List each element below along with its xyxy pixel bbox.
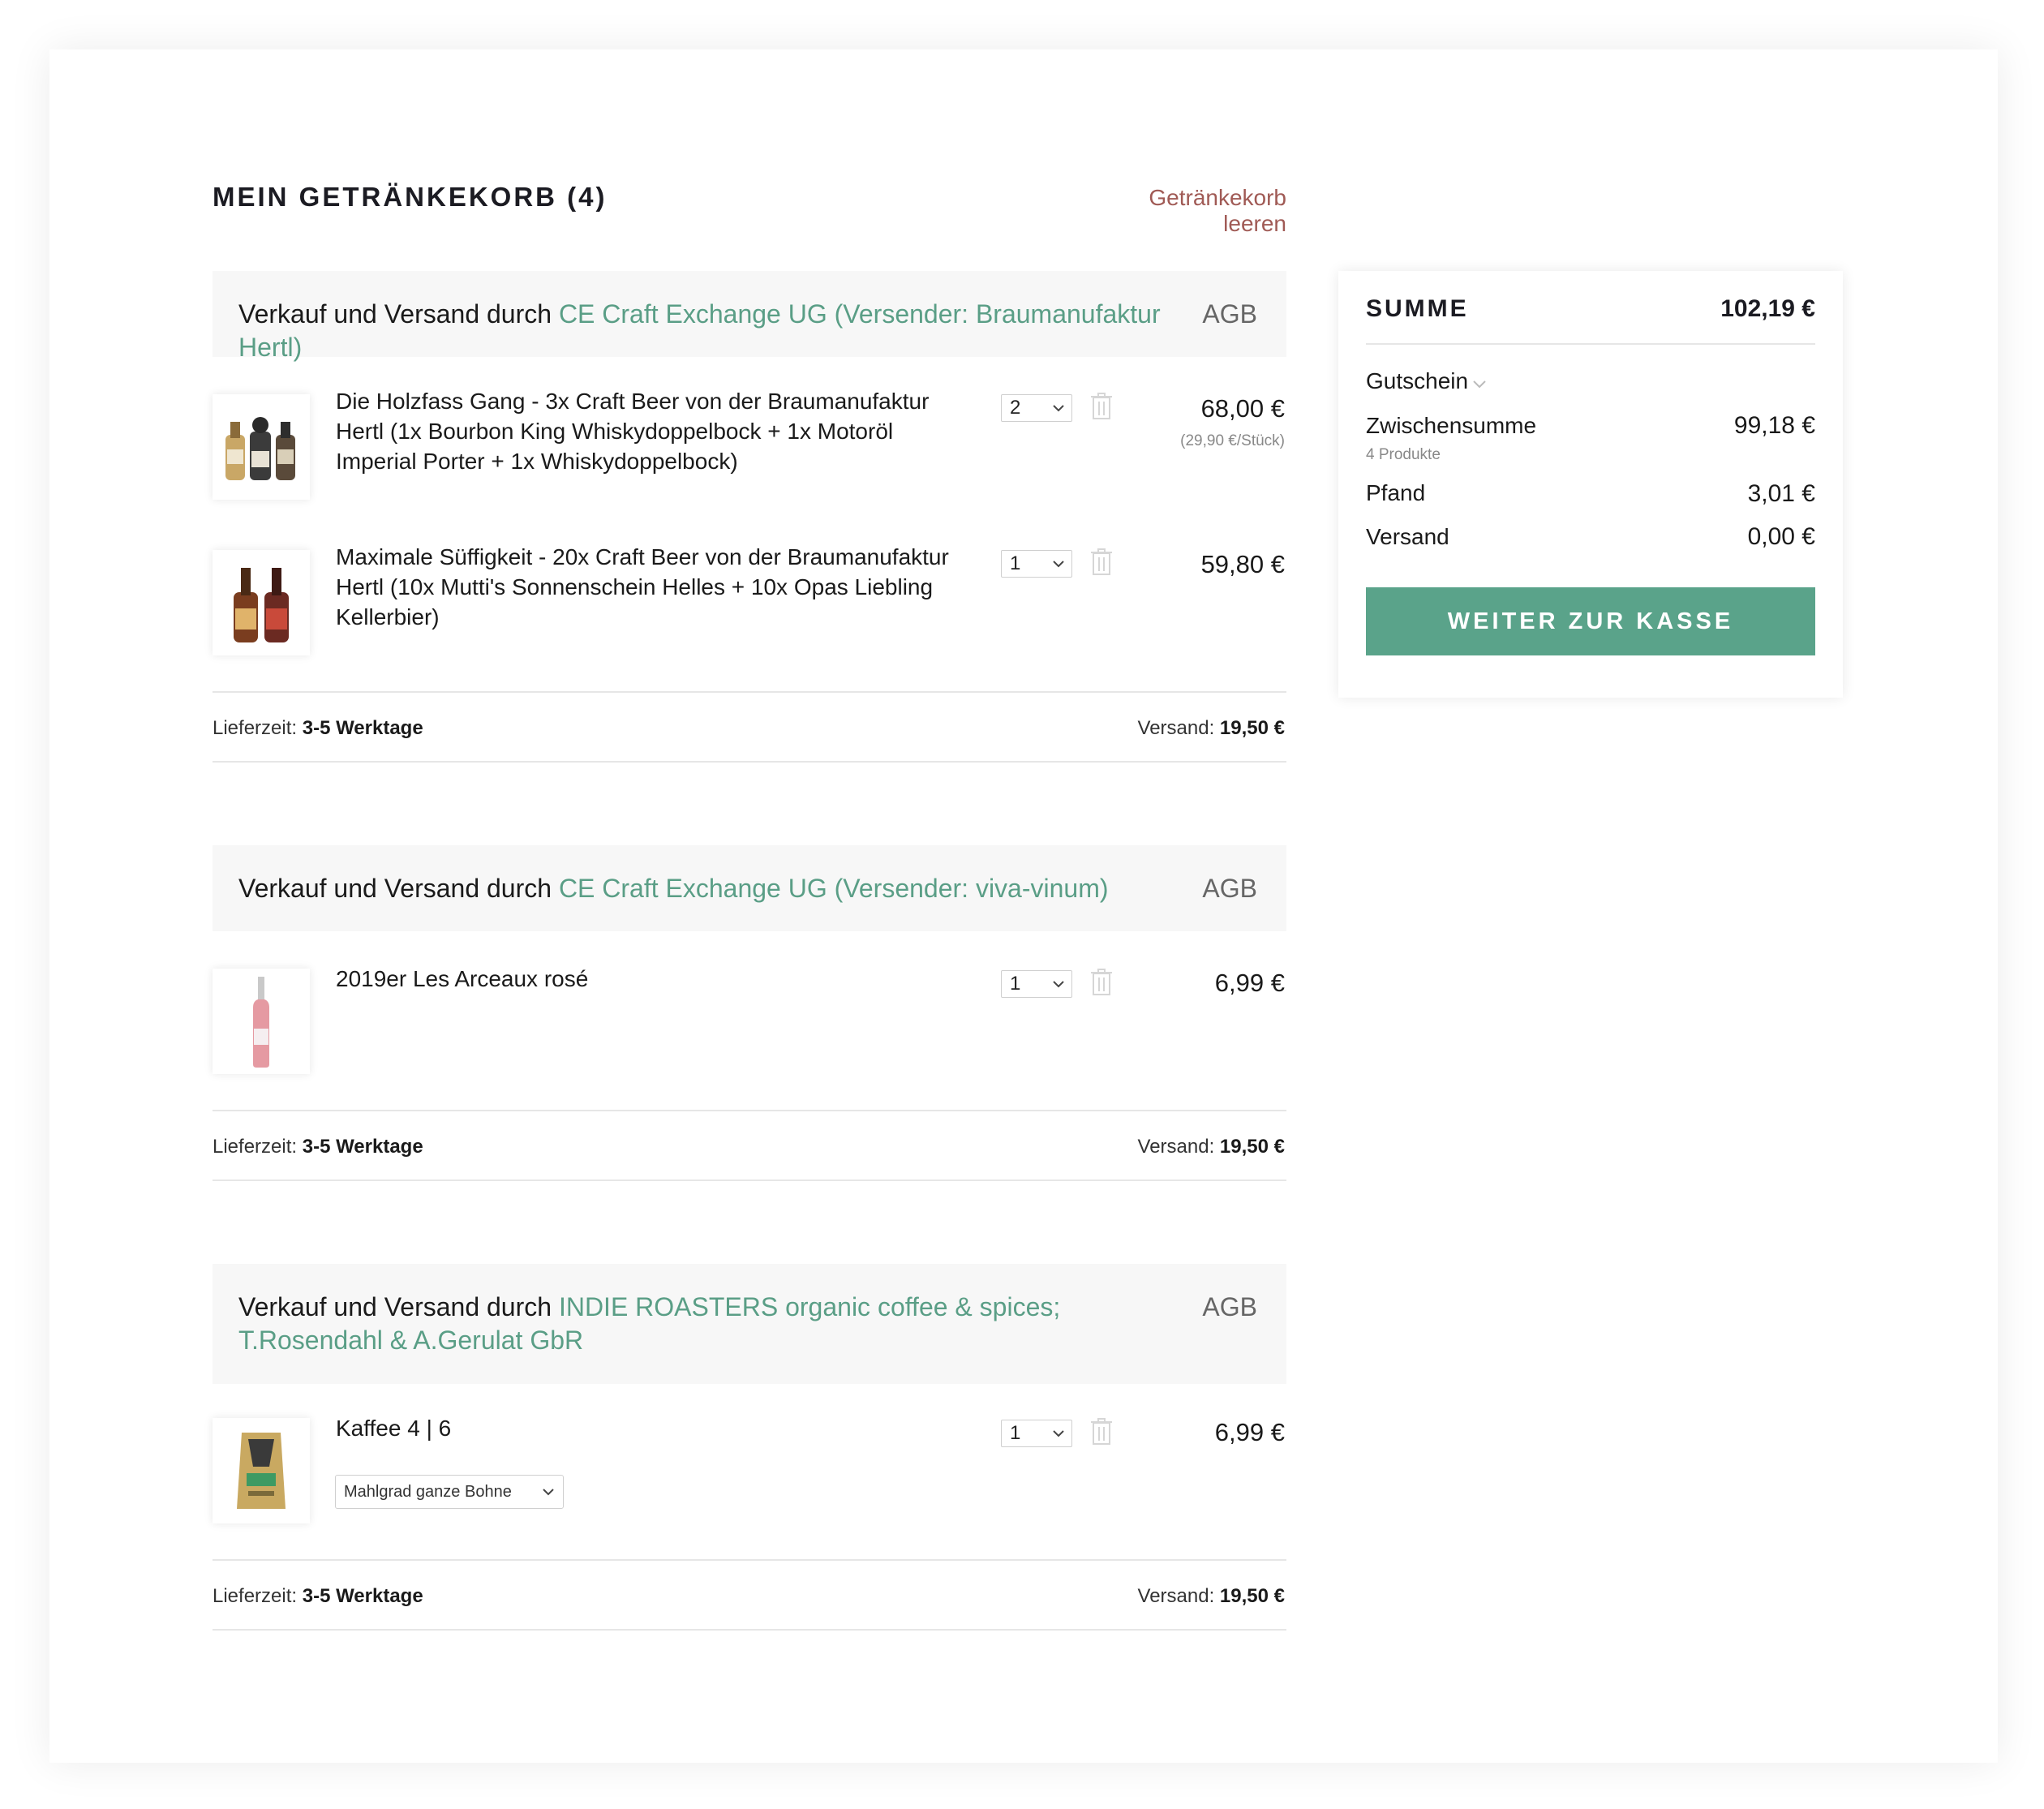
delivery-time: Lieferzeit: 3-5 Werktage — [213, 717, 423, 740]
product-title[interactable]: Kaffee 4 | 6 — [336, 1413, 952, 1443]
vendor-line: Verkauf und Versand durch CE Craft Excha… — [238, 872, 1179, 905]
chevron-down-icon — [543, 1489, 554, 1496]
agb-link[interactable]: AGB — [1202, 298, 1257, 331]
quantity-value: 1 — [1010, 552, 1021, 574]
vendor-prefix: Verkauf und Versand durch — [238, 1292, 559, 1321]
rose-wine-bottle-icon — [253, 977, 269, 1068]
item-price: 68,00 € — [1200, 394, 1285, 423]
trash-icon[interactable] — [1090, 393, 1113, 420]
product-title[interactable]: 2019er Les Arceaux rosé — [336, 964, 952, 994]
summary-total: 102,19 € — [1720, 295, 1815, 322]
delivery-label: Lieferzeit: — [213, 1585, 298, 1607]
quantity-select[interactable]: 1 — [1001, 550, 1072, 578]
summary-title: SUMME — [1366, 295, 1469, 322]
trash-icon[interactable] — [1090, 969, 1113, 996]
divider — [213, 1180, 1286, 1181]
shipping-label: Versand: — [1137, 1585, 1215, 1607]
grind-value: Mahlgrad ganze Bohne — [344, 1483, 512, 1501]
grind-select[interactable]: Mahlgrad ganze Bohne — [335, 1475, 564, 1509]
chevron-down-icon — [1053, 561, 1064, 568]
trash-icon[interactable] — [1090, 1418, 1113, 1446]
group-shipping: Versand: 19,50 € — [1054, 1585, 1285, 1608]
divider — [213, 1559, 1286, 1561]
product-image[interactable] — [213, 550, 310, 655]
quantity-value: 1 — [1010, 973, 1021, 995]
shipping-value: 19,50 € — [1219, 1136, 1285, 1158]
vendor-prefix: Verkauf und Versand durch — [238, 874, 559, 903]
chevron-down-icon — [1053, 1430, 1064, 1437]
chevron-down-icon[interactable] — [1471, 378, 1488, 389]
agb-link[interactable]: AGB — [1202, 872, 1257, 905]
delivery-time: Lieferzeit: 3-5 Werktage — [213, 1136, 423, 1158]
item-price: 6,99 € — [1214, 1418, 1285, 1446]
delivery-label: Lieferzeit: — [213, 717, 298, 739]
product-title[interactable]: Maximale Süffigkeit - 20x Craft Beer von… — [336, 542, 952, 632]
checkout-button[interactable]: WEITER ZUR KASSE — [1366, 587, 1815, 655]
coupon-toggle[interactable]: Gutschein — [1366, 368, 1468, 394]
vendor-header: Verkauf und Versand durch CE Craft Excha… — [213, 271, 1286, 362]
divider — [213, 1110, 1286, 1111]
divider — [1366, 343, 1815, 345]
delivery-value: 3-5 Werktage — [302, 1136, 423, 1158]
agb-link[interactable]: AGB — [1202, 1291, 1257, 1324]
vendor-line: Verkauf und Versand durch INDIE ROASTERS… — [238, 1291, 1179, 1357]
vendor-header: Verkauf und Versand durch INDIE ROASTERS… — [213, 1264, 1286, 1384]
three-beer-bottles-icon — [225, 417, 295, 480]
shipping-label: Versand: — [1137, 717, 1215, 739]
chevron-down-icon — [1053, 405, 1064, 412]
delivery-value: 3-5 Werktage — [302, 1585, 423, 1607]
quantity-select[interactable]: 1 — [1001, 1420, 1072, 1447]
trash-icon[interactable] — [1090, 548, 1113, 576]
order-summary: SUMME 102,19 € Gutschein Zwischensumme 9… — [1338, 271, 1843, 698]
shipping-label: Versand: — [1137, 1136, 1215, 1158]
quantity-select[interactable]: 1 — [1001, 970, 1072, 998]
item-price: 6,99 € — [1214, 969, 1285, 997]
divider — [213, 761, 1286, 763]
unit-price: (29,90 €/Stück) — [1180, 432, 1285, 449]
group-shipping: Versand: 19,50 € — [1054, 717, 1285, 740]
subtotal-value: 99,18 € — [1733, 412, 1815, 439]
vendor-prefix: Verkauf und Versand durch — [238, 299, 559, 329]
quantity-select[interactable]: 2 — [1001, 394, 1072, 422]
subtotal-label: Zwischensumme — [1366, 413, 1537, 438]
vendor-link[interactable]: CE Craft Exchange UG (Versender: viva-vi… — [559, 874, 1109, 903]
clear-cart-link[interactable]: Getränkekorb leeren — [1095, 185, 1286, 237]
divider — [213, 1629, 1286, 1631]
product-title[interactable]: Die Holzfass Gang - 3x Craft Beer von de… — [336, 386, 952, 476]
shipping-value: 19,50 € — [1219, 717, 1285, 739]
chevron-down-icon — [1053, 981, 1064, 988]
vendor-header: Verkauf und Versand durch CE Craft Excha… — [213, 845, 1286, 931]
vendor-line: Verkauf und Versand durch CE Craft Excha… — [238, 298, 1179, 364]
product-image[interactable] — [213, 969, 310, 1074]
quantity-value: 1 — [1010, 1422, 1021, 1444]
product-image[interactable] — [213, 1418, 310, 1523]
group-shipping: Versand: 19,50 € — [1054, 1136, 1285, 1158]
shipping-label: Versand — [1366, 524, 1449, 549]
delivery-time: Lieferzeit: 3-5 Werktage — [213, 1585, 423, 1608]
page-title: MEIN GETRÄNKEKORB (4) — [213, 182, 608, 212]
delivery-label: Lieferzeit: — [213, 1136, 298, 1158]
subtotal-count: 4 Produkte — [1366, 446, 1441, 463]
coffee-bag-icon — [237, 1433, 286, 1509]
delivery-value: 3-5 Werktage — [302, 717, 423, 739]
two-beer-bottles-icon — [234, 568, 289, 642]
deposit-label: Pfand — [1366, 480, 1426, 505]
divider — [213, 691, 1286, 693]
shipping-value: 0,00 € — [1747, 523, 1815, 550]
quantity-value: 2 — [1010, 397, 1021, 419]
item-price: 59,80 € — [1200, 550, 1285, 578]
shipping-value: 19,50 € — [1219, 1585, 1285, 1607]
deposit-value: 3,01 € — [1747, 480, 1815, 507]
product-image[interactable] — [213, 394, 310, 500]
